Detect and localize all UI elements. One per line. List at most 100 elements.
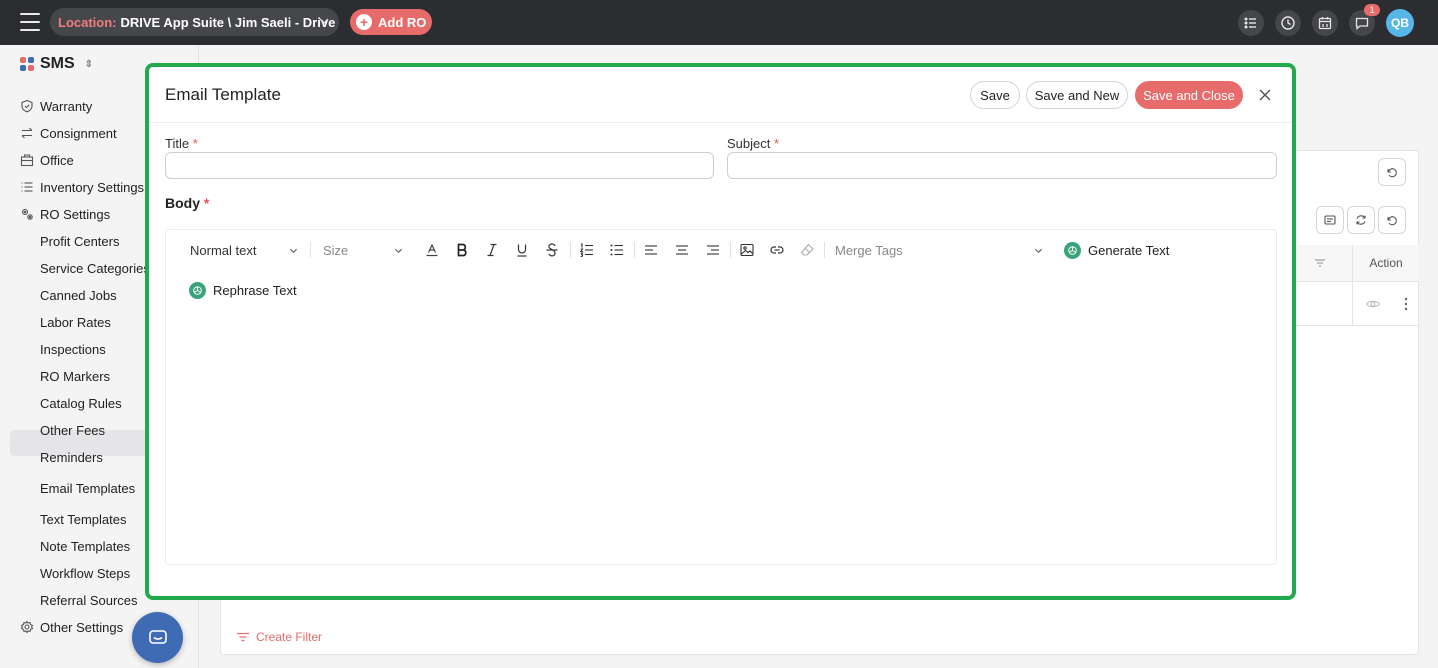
sidebar-item-office[interactable]: Office	[20, 147, 74, 173]
undo-button[interactable]	[1378, 206, 1406, 234]
menu-icon[interactable]	[20, 13, 40, 31]
toolbar-separator	[570, 242, 571, 258]
task-list-icon[interactable]	[1238, 10, 1264, 36]
title-input[interactable]	[165, 152, 714, 179]
toolbar-separator	[730, 242, 731, 258]
sidebar-item-referral-sources[interactable]: Referral Sources	[40, 587, 138, 613]
italic-icon[interactable]	[484, 240, 500, 260]
sidebar-item-inspections[interactable]: Inspections	[40, 336, 106, 362]
table-header-cell	[1290, 245, 1352, 281]
toolbar-separator	[824, 242, 825, 258]
text-style-select[interactable]: Normal text	[190, 240, 298, 260]
email-template-modal: Email Template Save Save and New Save an…	[145, 63, 1296, 600]
location-selector[interactable]: Location: DRIVE App Suite \ Jim Saeli - …	[50, 8, 339, 36]
sidebar-item-inventory-settings[interactable]: Inventory Settings	[20, 174, 144, 200]
swap-icon	[20, 126, 34, 140]
bullet-list-icon[interactable]	[609, 240, 625, 260]
sidebar-item-other-settings[interactable]: Other Settings	[20, 614, 123, 640]
sidebar-item-label: Email Templates	[40, 480, 136, 496]
sidebar-item-ro-markers[interactable]: RO Markers	[40, 363, 110, 389]
bold-icon[interactable]	[454, 240, 470, 260]
close-icon[interactable]	[1256, 86, 1274, 104]
calendar-icon[interactable]	[1312, 10, 1338, 36]
sidebar-item-reminders[interactable]: Reminders	[40, 444, 103, 470]
sidebar-item-note-templates[interactable]: Note Templates	[40, 533, 130, 559]
sidebar-item-label: Service Categories	[40, 260, 150, 276]
sidebar-item-catalog-rules[interactable]: Catalog Rules	[40, 390, 122, 416]
user-avatar[interactable]: QB	[1386, 9, 1414, 37]
openai-icon	[189, 281, 206, 299]
image-icon[interactable]	[739, 240, 755, 260]
sidebar-item-service-categories[interactable]: Service Categories	[40, 255, 150, 281]
sidebar-item-other-fees[interactable]: Other Fees	[40, 417, 105, 443]
sms-logo-icon	[20, 57, 34, 71]
reset-button[interactable]	[1378, 158, 1406, 186]
clock-icon[interactable]	[1275, 10, 1301, 36]
more-vertical-icon[interactable]	[1404, 297, 1408, 311]
shield-icon	[20, 99, 34, 113]
save-button[interactable]: Save	[970, 81, 1020, 109]
sidebar-item-label: Referral Sources	[40, 592, 138, 608]
export-icon	[1324, 215, 1336, 225]
building-icon	[20, 153, 34, 167]
rephrase-text-button[interactable]: Rephrase Text	[189, 280, 297, 300]
add-ro-button[interactable]: + Add RO	[350, 9, 432, 35]
chevron-down-icon	[394, 248, 403, 253]
underline-icon[interactable]	[514, 240, 530, 260]
sidebar-item-labor-rates[interactable]: Labor Rates	[40, 309, 111, 335]
save-and-new-button[interactable]: Save and New	[1026, 81, 1128, 109]
sidebar-item-label: Consignment	[40, 125, 117, 141]
sidebar-item-profit-centers[interactable]: Profit Centers	[40, 228, 119, 254]
undo-icon	[1387, 216, 1397, 226]
required-mark: *	[203, 195, 210, 211]
align-center-icon[interactable]	[674, 240, 690, 260]
generate-text-button[interactable]: Generate Text	[1064, 240, 1169, 260]
required-mark: *	[192, 136, 198, 151]
sidebar-item-email-templates[interactable]: Email Templates	[40, 475, 135, 501]
create-filter-button[interactable]: Create Filter	[236, 630, 322, 644]
app-switcher[interactable]: SMS ⇕	[20, 55, 93, 73]
sidebar-item-label: Warranty	[40, 98, 93, 114]
save-and-close-button[interactable]: Save and Close	[1135, 81, 1243, 109]
toolbar-separator	[634, 242, 635, 258]
merge-tags-select[interactable]: Merge Tags	[835, 240, 1043, 260]
subject-field-label: Subject *	[727, 136, 780, 151]
align-left-icon[interactable]	[643, 240, 659, 260]
subject-input[interactable]	[727, 152, 1277, 179]
refresh-button[interactable]	[1347, 206, 1375, 234]
sidebar-item-workflow-steps[interactable]: Workflow Steps	[40, 560, 130, 586]
eraser-icon[interactable]	[799, 240, 815, 260]
link-icon[interactable]	[769, 240, 785, 260]
modal-title: Email Template	[165, 85, 281, 104]
ordered-list-icon[interactable]	[579, 240, 595, 260]
sidebar-item-canned-jobs[interactable]: Canned Jobs	[40, 282, 117, 308]
sidebar-item-text-templates[interactable]: Text Templates	[40, 506, 126, 532]
chevron-down-icon	[319, 18, 329, 24]
plus-icon: +	[356, 14, 372, 30]
add-ro-label: Add RO	[378, 14, 427, 30]
sidebar-item-label: Catalog Rules	[40, 395, 122, 411]
action-column-header: Action	[1352, 245, 1419, 281]
export-button[interactable]	[1316, 206, 1344, 234]
sidebar-item-label: Office	[40, 152, 74, 168]
filter-icon[interactable]	[1314, 257, 1326, 269]
chat-icon	[148, 629, 167, 644]
sidebar-item-consignment[interactable]: Consignment	[20, 120, 117, 146]
undo-icon	[1387, 168, 1397, 178]
rich-text-editor[interactable]: Normal text Size Merge Tags Generate Tex…	[165, 229, 1277, 565]
font-size-select[interactable]: Size	[323, 240, 403, 260]
sidebar-item-label: Workflow Steps	[40, 565, 131, 581]
sidebar-item-warranty[interactable]: Warranty	[20, 93, 92, 119]
sidebar-item-ro-settings[interactable]: RO Settings	[20, 201, 110, 227]
openai-icon	[1064, 241, 1081, 259]
align-right-icon[interactable]	[705, 240, 721, 260]
top-bar: Location: DRIVE App Suite \ Jim Saeli - …	[0, 0, 1438, 45]
chat-support-button[interactable]	[132, 612, 183, 663]
list-icon	[20, 180, 34, 194]
sidebar-item-label: Reminders	[40, 449, 103, 465]
updown-icon: ⇕	[84, 58, 94, 70]
modal-divider	[149, 122, 1292, 123]
text-color-icon[interactable]	[424, 240, 440, 260]
strikethrough-icon[interactable]	[544, 240, 560, 260]
eye-icon[interactable]	[1365, 296, 1381, 312]
